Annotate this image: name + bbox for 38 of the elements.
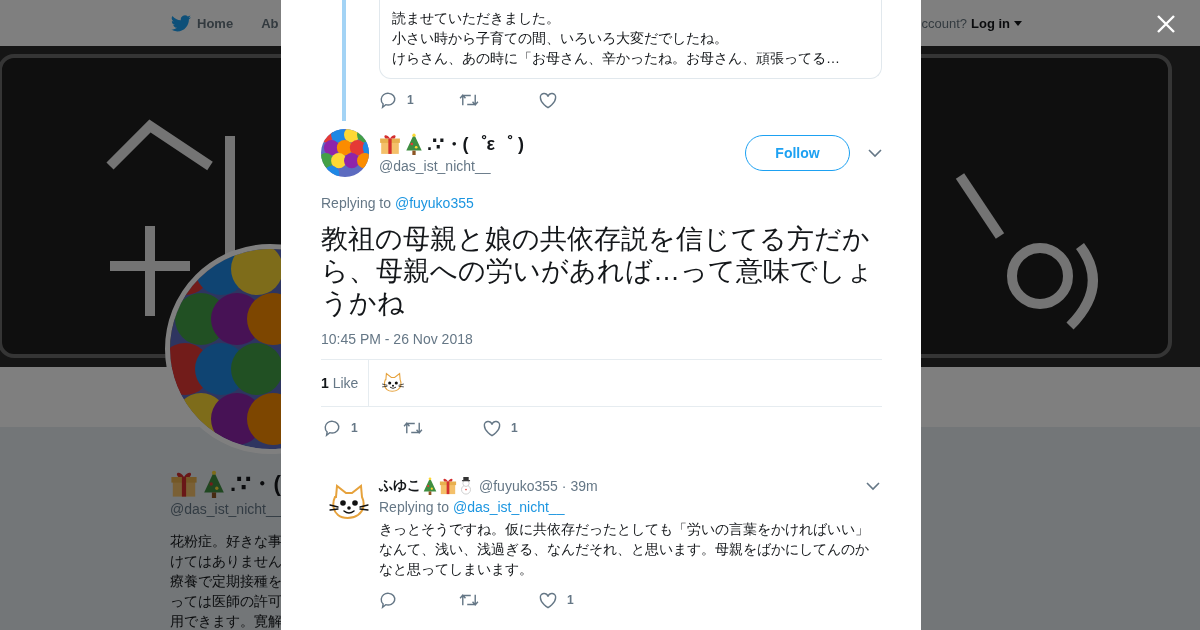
retweet-icon (403, 420, 423, 436)
separator: · (561, 478, 567, 494)
bio-line: 花粉症。好きな事 (170, 532, 282, 551)
heart-icon (539, 591, 557, 609)
reply-icon (323, 419, 341, 437)
action-count: 1 (511, 421, 518, 435)
bio-line: 療養で定期接種を (170, 572, 282, 591)
mention-link[interactable]: @das_ist_nicht__ (452, 499, 565, 515)
login-link[interactable]: Log in (971, 15, 1022, 31)
bio-line: けてはありません (170, 552, 282, 571)
cat-face-icon (382, 372, 405, 394)
gift-icon (170, 470, 198, 498)
quoted-tweet-line: 読ませていただきました。 (392, 9, 561, 28)
bio-line: 用できます。寛解 (170, 612, 282, 630)
profile-name: .∵・( (230, 470, 281, 498)
replying-to: Replying to @das_ist_nicht__ (379, 499, 566, 515)
nav-link[interactable]: Home (197, 15, 234, 31)
tree-icon (421, 477, 439, 495)
chevron-icon[interactable] (866, 481, 880, 491)
reply-age: 39m (570, 478, 598, 494)
gift-icon (439, 477, 457, 495)
profile-handle: @das_ist_nicht__ (170, 501, 282, 517)
account-prompt: ccount? (921, 15, 967, 31)
heart-icon (483, 419, 501, 437)
likes-count[interactable]: 1 Like (321, 360, 370, 406)
reply-text: きっとそうですね。仮に共依存だったとしても「労いの言葉をかければいい」なんて、浅い、浅過ぎる、なんだそれ、と思います。母親をばかにしてんのかなと思ってしまいます。 (379, 520, 870, 579)
action-count: 1 (567, 593, 574, 607)
quoted-tweet-line: 小さい時から子育ての間、いろいろ大変だでしたね。 (392, 29, 729, 48)
action-count: 1 (351, 421, 358, 435)
close-button[interactable] (1156, 14, 1176, 34)
nav-link[interactable]: Ab (261, 15, 279, 31)
bird-icon (171, 14, 191, 32)
reply-handle: @fuyuko355 (479, 478, 558, 494)
reply-icon (379, 591, 397, 609)
caret-icon (1014, 20, 1022, 26)
bio-line: っては医師の許可 (170, 592, 282, 611)
reply-author-name: ふゆこ (379, 477, 421, 495)
retweet-icon (459, 592, 479, 608)
